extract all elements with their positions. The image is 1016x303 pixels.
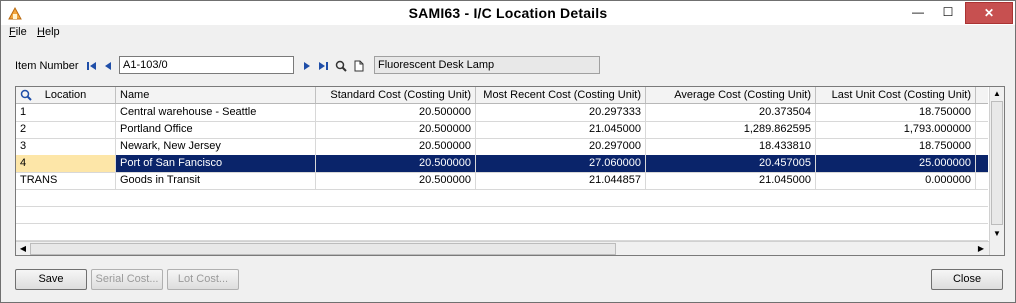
cell-last-unit-cost[interactable]: 18.750000 xyxy=(816,104,976,121)
cell-last-unit-cost[interactable]: 25.000000 xyxy=(816,155,976,172)
serial-cost-button[interactable]: Serial Cost... xyxy=(91,269,163,290)
cell-most-recent-cost[interactable]: 20.297333 xyxy=(476,104,646,121)
menu-file[interactable]: File xyxy=(9,26,27,38)
item-number-label: Item Number xyxy=(15,60,79,72)
column-header-label: Location xyxy=(44,89,87,101)
maximize-button[interactable]: ☐ xyxy=(933,1,963,23)
next-record-icon[interactable] xyxy=(300,59,314,73)
cell-average-cost[interactable]: 20.373504 xyxy=(646,104,816,121)
menu-help[interactable]: Help xyxy=(37,26,60,38)
grid-header: Location Name Standard Cost (Costing Uni… xyxy=(16,87,988,104)
horizontal-scrollbar[interactable]: ◀ ▶ xyxy=(16,241,989,255)
close-window-button[interactable]: ✕ xyxy=(965,2,1013,24)
menu-bar: File Help xyxy=(1,25,1015,41)
cell-location[interactable]: 2 xyxy=(16,121,116,138)
cell-most-recent-cost[interactable]: 20.297000 xyxy=(476,138,646,155)
table-row[interactable]: TRANS Goods in Transit 20.500000 21.044857 2… xyxy=(16,172,988,190)
scroll-down-arrow-icon[interactable]: ▼ xyxy=(990,227,1004,241)
column-header-average-cost[interactable]: Average Cost (Costing Unit) xyxy=(646,87,816,103)
vertical-scrollbar[interactable]: ▲ ▼ xyxy=(989,87,1004,255)
cell-location[interactable]: TRANS xyxy=(16,172,116,189)
item-number-input[interactable] xyxy=(119,56,294,74)
empty-row xyxy=(16,206,988,224)
scroll-right-arrow-icon[interactable]: ▶ xyxy=(974,242,988,255)
vertical-scroll-thumb[interactable] xyxy=(991,101,1003,225)
cell-name[interactable]: Newark, New Jersey xyxy=(116,138,316,155)
empty-row xyxy=(16,223,988,241)
table-row[interactable]: 1 Central warehouse - Seattle 20.500000 20.… xyxy=(16,104,988,122)
cell-most-recent-cost[interactable]: 21.044857 xyxy=(476,172,646,189)
minimize-button[interactable]: — xyxy=(903,1,933,23)
cell-average-cost[interactable]: 20.457005 xyxy=(646,155,816,172)
cell-name[interactable]: Port of San Fancisco xyxy=(116,155,316,172)
cell-standard-cost[interactable]: 20.500000 xyxy=(316,121,476,138)
search-icon[interactable] xyxy=(334,59,348,73)
cell-name[interactable]: Central warehouse - Seattle xyxy=(116,104,316,121)
item-description-field: Fluorescent Desk Lamp xyxy=(374,56,600,74)
cell-last-unit-cost[interactable]: 18.750000 xyxy=(816,138,976,155)
cell-name[interactable]: Portland Office xyxy=(116,121,316,138)
location-grid[interactable]: Location Name Standard Cost (Costing Uni… xyxy=(15,86,1005,256)
window: SAMI63 - I/C Location Details — ☐ ✕ File… xyxy=(0,0,1016,303)
column-header-standard-cost[interactable]: Standard Cost (Costing Unit) xyxy=(316,87,476,103)
cell-standard-cost[interactable]: 20.500000 xyxy=(316,155,476,172)
cell-location[interactable]: 1 xyxy=(16,104,116,121)
title-bar[interactable]: SAMI63 - I/C Location Details — ☐ ✕ xyxy=(1,1,1015,26)
last-record-icon[interactable] xyxy=(316,59,330,73)
table-row[interactable]: 3 Newark, New Jersey 20.500000 20.297000 18.… xyxy=(16,138,988,156)
window-title: SAMI63 - I/C Location Details xyxy=(408,5,608,21)
empty-row xyxy=(16,189,988,207)
previous-record-icon[interactable] xyxy=(101,59,115,73)
column-header-last-unit-cost[interactable]: Last Unit Cost (Costing Unit) xyxy=(816,87,976,103)
search-icon[interactable] xyxy=(20,89,32,103)
lot-cost-button[interactable]: Lot Cost... xyxy=(167,269,239,290)
cell-standard-cost[interactable]: 20.500000 xyxy=(316,104,476,121)
new-document-icon[interactable] xyxy=(352,59,366,73)
cell-standard-cost[interactable]: 20.500000 xyxy=(316,172,476,189)
cell-most-recent-cost[interactable]: 21.045000 xyxy=(476,121,646,138)
column-header-name[interactable]: Name xyxy=(116,87,316,103)
cell-name[interactable]: Goods in Transit xyxy=(116,172,316,189)
cell-standard-cost[interactable]: 20.500000 xyxy=(316,138,476,155)
first-record-icon[interactable] xyxy=(85,59,99,73)
scroll-up-arrow-icon[interactable]: ▲ xyxy=(990,87,1004,101)
cell-location[interactable]: 3 xyxy=(16,138,116,155)
table-row[interactable]: 4 Port of San Fancisco 20.500000 27.060000 2… xyxy=(16,155,988,173)
horizontal-scroll-thumb[interactable] xyxy=(30,243,616,255)
cell-last-unit-cost[interactable]: 0.000000 xyxy=(816,172,976,189)
cell-average-cost[interactable]: 21.045000 xyxy=(646,172,816,189)
save-button[interactable]: Save xyxy=(15,269,87,290)
column-header-most-recent-cost[interactable]: Most Recent Cost (Costing Unit) xyxy=(476,87,646,103)
cell-most-recent-cost[interactable]: 27.060000 xyxy=(476,155,646,172)
close-button[interactable]: Close xyxy=(931,269,1003,290)
cell-location[interactable]: 4 xyxy=(16,155,116,172)
table-row[interactable]: 2 Portland Office 20.500000 21.045000 1,289.… xyxy=(16,121,988,139)
scroll-left-arrow-icon[interactable]: ◀ xyxy=(16,242,30,255)
cell-last-unit-cost[interactable]: 1,793.000000 xyxy=(816,121,976,138)
cell-average-cost[interactable]: 1,289.862595 xyxy=(646,121,816,138)
column-header-location[interactable]: Location xyxy=(16,87,116,103)
cell-average-cost[interactable]: 18.433810 xyxy=(646,138,816,155)
